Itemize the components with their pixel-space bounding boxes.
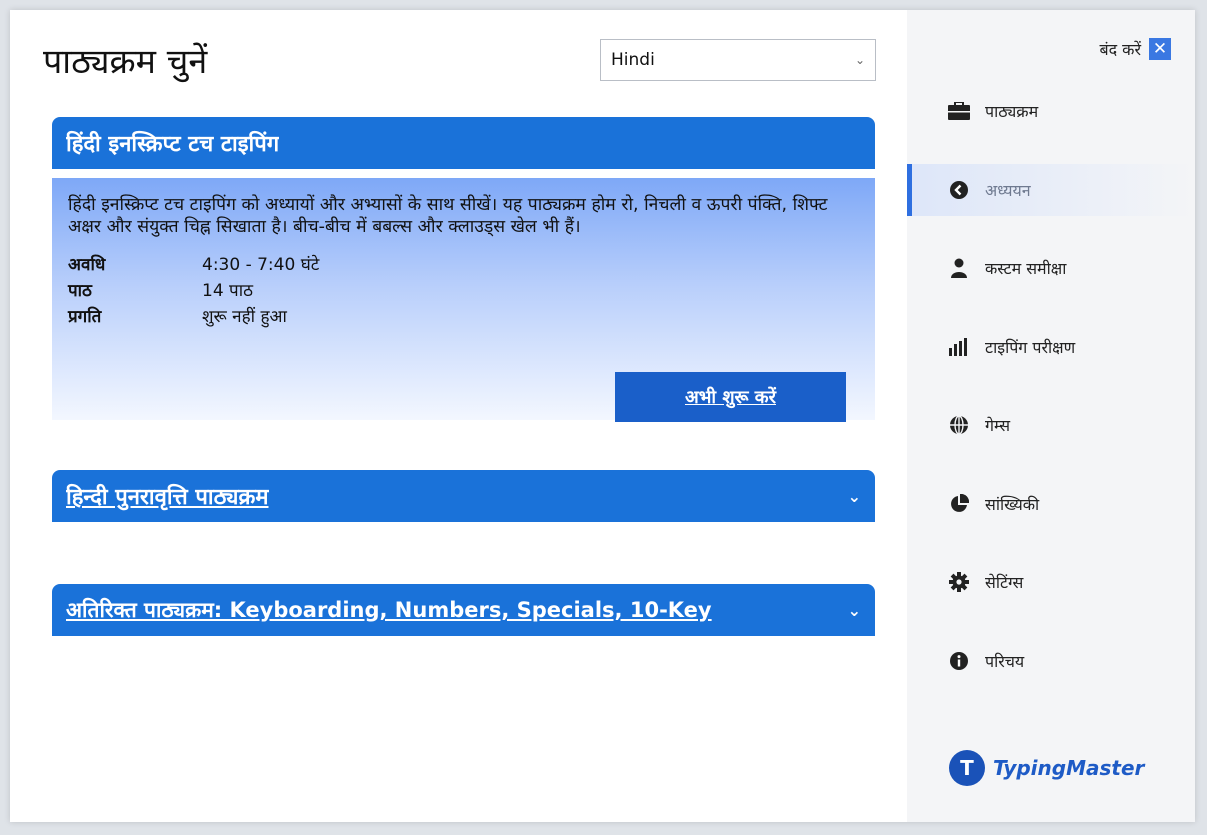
sidebar-item-label: परिचय: [985, 651, 1025, 671]
course-meta: अवधि 4:30 - 7:40 घंटे पाठ 14 पाठ प्रगति …: [68, 250, 859, 328]
chevron-down-icon: ⌄: [854, 53, 865, 67]
meta-value: 14 पाठ: [202, 280, 253, 301]
meta-row-duration: अवधि 4:30 - 7:40 घंटे: [68, 250, 859, 276]
bar-chart-icon: [947, 336, 971, 358]
sidebar-item-label: कस्टम समीक्षा: [985, 259, 1067, 278]
logo-text: TypingMaster: [993, 756, 1145, 780]
sidebar-item-study[interactable]: अध्ययन: [907, 163, 1195, 216]
page-title: पाठ्यक्रम चुनें: [43, 42, 208, 82]
sidebar-item-typing-test[interactable]: टाइपिंग परीक्षण: [907, 321, 1195, 373]
close-icon: ✕: [1149, 38, 1171, 60]
sidebar-item-courses[interactable]: पाठ्यक्रम: [907, 85, 1195, 137]
course-card-header-revision[interactable]: हिन्दी पुनरावृत्ति पाठ्यक्रम ⌄: [52, 470, 875, 522]
chevron-down-icon: ⌄: [847, 600, 861, 620]
globe-icon: [947, 414, 971, 436]
close-label: बंद करें: [1099, 40, 1141, 59]
course-description: हिंदी इनस्क्रिप्ट टच टाइपिंग को अध्यायों…: [68, 195, 828, 237]
arrow-left-circle-icon: [947, 179, 971, 201]
sidebar-item-label: पाठ्यक्रम: [985, 102, 1039, 121]
course-card-body: हिंदी इनस्क्रिप्ट टच टाइपिंग को अध्यायों…: [52, 178, 875, 422]
sidebar-item-label: गेम्स: [985, 416, 1011, 435]
sidebar-item-statistics[interactable]: सांख्यिकी: [907, 478, 1195, 530]
sidebar-item-label: सांख्यिकी: [985, 494, 1040, 514]
course-card-header-inscript: हिंदी इनस्क्रिप्ट टच टाइपिंग: [52, 117, 875, 169]
language-select-value: Hindi: [611, 50, 655, 70]
meta-value: 4:30 - 7:40 घंटे: [202, 254, 320, 275]
briefcase-icon: [947, 100, 971, 122]
close-button[interactable]: बंद करें ✕: [1099, 38, 1171, 60]
course-card-header-additional[interactable]: अतिरिक्त पाठ्यक्रम: Keyboarding, Numbers…: [52, 584, 875, 636]
info-icon: [947, 650, 971, 672]
typingmaster-logo-icon: T: [949, 750, 985, 786]
start-now-button[interactable]: अभी शुरू करें: [615, 372, 846, 422]
sidebar-item-games[interactable]: गेम्स: [907, 399, 1195, 451]
sidebar-item-about[interactable]: परिचय: [907, 635, 1195, 687]
user-icon: [947, 257, 971, 279]
course-title: हिंदी इनस्क्रिप्ट टच टाइपिंग: [66, 132, 280, 157]
typingmaster-logo: T TypingMaster: [949, 750, 1144, 786]
sidebar-item-label: टाइपिंग परीक्षण: [985, 337, 1076, 357]
sidebar: बंद करें ✕ पाठ्यक्रम अध्ययन कस्टम समीक्ष…: [907, 10, 1195, 822]
sidebar-nav: पाठ्यक्रम अध्ययन कस्टम समीक्षा टाइपिंग प…: [907, 85, 1195, 713]
sidebar-item-label: अध्ययन: [985, 180, 1031, 200]
course-title: अतिरिक्त पाठ्यक्रम: Keyboarding, Numbers…: [66, 598, 712, 622]
sidebar-item-settings[interactable]: सेटिंग्स: [907, 556, 1195, 608]
main-panel: पाठ्यक्रम चुनें Hindi ⌄ हिंदी इनस्क्रिप्…: [10, 10, 907, 822]
meta-row-lessons: पाठ 14 पाठ: [68, 276, 859, 302]
sidebar-item-label: सेटिंग्स: [985, 573, 1024, 592]
gear-icon: [947, 571, 971, 593]
meta-label: पाठ: [68, 280, 92, 301]
app-window: पाठ्यक्रम चुनें Hindi ⌄ हिंदी इनस्क्रिप्…: [10, 10, 1195, 822]
sidebar-item-custom-review[interactable]: कस्टम समीक्षा: [907, 242, 1195, 294]
meta-row-progress: प्रगति शुरू नहीं हुआ: [68, 302, 859, 328]
pie-chart-icon: [947, 493, 971, 515]
language-select[interactable]: Hindi ⌄: [600, 39, 876, 81]
course-title: हिन्दी पुनरावृत्ति पाठ्यक्रम: [66, 485, 269, 510]
meta-label: अवधि: [68, 254, 106, 275]
meta-value: शुरू नहीं हुआ: [202, 306, 287, 327]
chevron-down-icon: ⌄: [847, 486, 861, 506]
meta-label: प्रगति: [68, 306, 102, 327]
